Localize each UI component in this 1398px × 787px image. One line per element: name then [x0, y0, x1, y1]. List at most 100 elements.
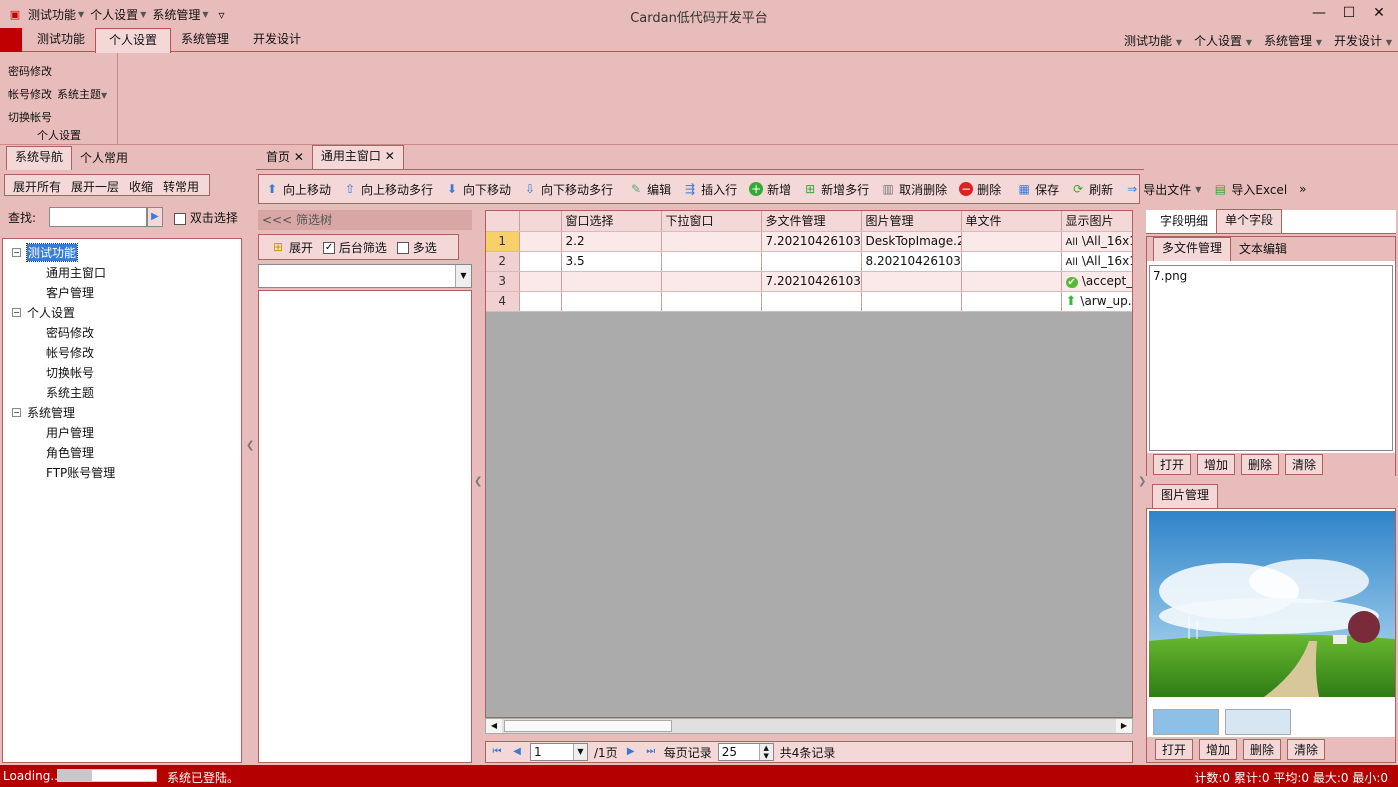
chevron-down-icon[interactable]: ▼ [455, 265, 471, 287]
tree-node[interactable]: 系统管理 [27, 404, 75, 421]
undelete-button[interactable]: ▥ 取消删除 [881, 181, 947, 198]
table-cell[interactable] [561, 271, 662, 292]
table-cell[interactable]: ✔ \accept_ [1061, 271, 1132, 292]
tree-node[interactable]: 帐号修改 [46, 344, 94, 361]
dblclick-checkbox[interactable] [174, 212, 186, 225]
collapse-button[interactable]: 收缩 [129, 178, 153, 195]
move-down-multi-button[interactable]: ⇩ 向下移动多行 [523, 181, 613, 198]
open-file-button[interactable]: 打开 [1153, 454, 1192, 475]
scroll-left-icon[interactable]: ◀ [486, 719, 502, 733]
tree-node[interactable]: 密码修改 [46, 324, 94, 341]
delete-button[interactable]: − 删除 [959, 181, 1001, 198]
column-header[interactable]: 显示图片 [1061, 211, 1132, 232]
tab-personal[interactable]: 个人设置 [95, 28, 172, 53]
table-cell[interactable] [961, 251, 1062, 272]
add-multi-button[interactable]: ⊞ 新增多行 [803, 181, 869, 198]
multi-select-toggle[interactable]: 多选 [396, 239, 437, 256]
row-number[interactable]: 4 [486, 291, 520, 312]
filter-dropdown[interactable]: ▼ [258, 264, 472, 288]
expand-one-button[interactable]: 展开一层 [71, 178, 119, 195]
clear-file-button[interactable]: 清除 [1285, 454, 1324, 475]
table-cell[interactable] [519, 251, 562, 272]
column-header[interactable]: 下拉窗口 [661, 211, 762, 232]
app-icon[interactable]: ▣ [8, 8, 22, 22]
column-header[interactable]: 窗口选择 [561, 211, 662, 232]
filter-expand-button[interactable]: ⊞ 展开 [271, 239, 313, 256]
close-icon[interactable]: ✕ [385, 149, 395, 163]
search-go-icon[interactable]: ▶ [147, 207, 163, 227]
maximize-button[interactable]: ☐ [1334, 2, 1364, 24]
bg-filter-toggle[interactable]: ✓ 后台筛选 [323, 239, 387, 256]
table-cell[interactable] [861, 271, 962, 292]
toolbar-more-icon[interactable]: » [1299, 182, 1306, 196]
table-row[interactable]: 4 ⬆ \arw_up. [486, 291, 1132, 312]
last-page-icon[interactable]: ⏭ [644, 745, 658, 759]
table-cell[interactable]: All \All_16x1 [1061, 251, 1132, 272]
ribbon-item-password[interactable]: 密码修改 [8, 63, 52, 79]
tab-test[interactable]: 测试功能 [24, 28, 98, 52]
doc-tab-main[interactable]: 通用主窗口 ✕ [311, 145, 404, 169]
tab-text-edit[interactable]: 文本编辑 [1231, 239, 1295, 261]
table-cell[interactable] [661, 251, 762, 272]
column-header[interactable]: 图片管理 [861, 211, 962, 232]
file-list[interactable]: 7.png [1149, 265, 1393, 451]
table-cell[interactable]: 7.202104261037 [761, 231, 862, 252]
tree-node[interactable]: 切换帐号 [46, 364, 94, 381]
spin-icon[interactable]: ▲ ▼ [758, 744, 773, 760]
add-image-button[interactable]: 增加 [1199, 739, 1238, 760]
tree-node[interactable]: 个人设置 [27, 304, 75, 321]
delete-file-button[interactable]: 删除 [1241, 454, 1280, 475]
qat-menu-personal[interactable]: 个人设置 ▼ [90, 6, 146, 23]
table-cell[interactable] [961, 231, 1062, 252]
per-page-stepper[interactable]: 25 ▲ ▼ [717, 743, 774, 761]
table-cell[interactable]: 2.2 [561, 231, 662, 252]
qat-menu-test[interactable]: 测试功能 ▼ [28, 6, 84, 23]
menu-test[interactable]: 测试功能 ▼ [1124, 32, 1182, 49]
to-common-button[interactable]: 转常用 [163, 178, 199, 195]
tab-system-nav[interactable]: 系统导航 [6, 146, 73, 170]
table-cell[interactable] [519, 271, 562, 292]
doc-tab-home[interactable]: 首页 ✕ [258, 147, 312, 169]
tab-dev[interactable]: 开发设计 [240, 28, 314, 52]
table-cell[interactable] [661, 231, 762, 252]
clear-image-button[interactable]: 清除 [1287, 739, 1326, 760]
expand-all-button[interactable]: 展开所有 [13, 178, 61, 195]
table-row[interactable]: 1 2.2 7.202104261037 DeskTopImage.2 All \All_… [486, 231, 1132, 252]
image-thumbnail[interactable] [1153, 709, 1219, 735]
tree-expander-icon[interactable]: − [12, 408, 21, 417]
add-button[interactable]: + 新增 [749, 181, 791, 198]
row-number[interactable]: 1 [486, 231, 520, 252]
menu-personal[interactable]: 个人设置 ▼ [1194, 32, 1252, 49]
tree-node[interactable]: 测试功能 [25, 243, 79, 262]
table-cell[interactable] [661, 291, 762, 312]
table-cell[interactable] [519, 231, 562, 252]
table-cell[interactable] [561, 291, 662, 312]
tree-node[interactable]: 客户管理 [46, 284, 94, 301]
move-up-multi-button[interactable]: ⇧ 向上移动多行 [343, 181, 433, 198]
table-cell[interactable] [961, 271, 1062, 292]
dblclick-select[interactable]: 双击选择 [174, 209, 238, 226]
first-page-icon[interactable]: ⏮ [490, 745, 504, 759]
collapse-left-icon[interactable]: ❮ [246, 440, 254, 451]
tree-expander-icon[interactable]: − [12, 308, 21, 317]
import-excel-button[interactable]: ▤ 导入Excel [1213, 181, 1287, 198]
scroll-thumb[interactable] [504, 720, 672, 732]
menu-dev[interactable]: 开发设计 ▼ [1334, 32, 1392, 49]
tree-node[interactable]: 用户管理 [46, 424, 94, 441]
grid-hscrollbar[interactable]: ◀ ▶ [485, 718, 1133, 734]
collapse-filter-icon[interactable]: ❮ [474, 476, 482, 487]
minimize-button[interactable]: — [1304, 2, 1334, 24]
tab-image-manage[interactable]: 图片管理 [1152, 484, 1219, 508]
close-icon[interactable]: ✕ [294, 150, 304, 164]
move-down-button[interactable]: ⬇ 向下移动 [445, 181, 511, 198]
column-header[interactable]: 多文件管理 [761, 211, 862, 232]
table-row[interactable]: 3 7.202104261037 ✔ \accept_ [486, 271, 1132, 292]
table-cell[interactable] [519, 291, 562, 312]
qat-menu-system[interactable]: 系统管理 ▼ [152, 6, 208, 23]
tab-single-field[interactable]: 单个字段 [1216, 209, 1283, 233]
filter-tree-header[interactable]: <<< 筛选树 [258, 210, 472, 230]
row-number[interactable]: 2 [486, 251, 520, 272]
table-cell[interactable]: 7.202104261037 [761, 271, 862, 292]
scroll-right-icon[interactable]: ▶ [1116, 719, 1132, 733]
chevron-down-icon[interactable]: ▼ [573, 744, 587, 760]
